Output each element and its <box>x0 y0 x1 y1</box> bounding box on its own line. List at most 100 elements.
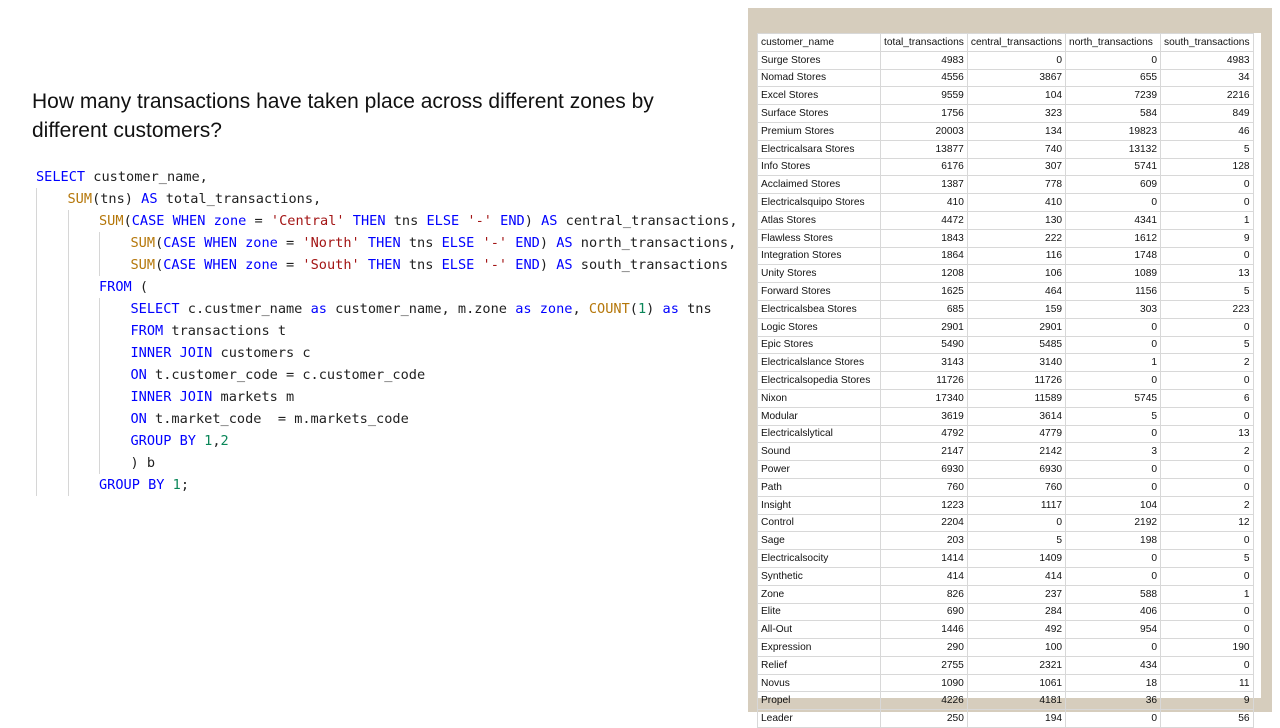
table-row: All-Out 1446 492 954 0 <box>757 620 1254 640</box>
code-token: ) <box>524 213 542 229</box>
indent-guide <box>67 408 69 430</box>
count-cell: 11589 <box>966 388 1067 408</box>
count-cell: 2 <box>1160 353 1254 373</box>
count-cell: 18 <box>1065 673 1162 693</box>
indent-guide <box>99 408 100 430</box>
count-cell: 1843 <box>880 228 968 248</box>
code-token: as <box>662 301 679 317</box>
code-token: THEN <box>352 213 386 229</box>
code-token: ( <box>131 279 149 295</box>
table-row: Insight 1223 1117 104 2 <box>757 495 1254 515</box>
count-cell: 1864 <box>880 246 968 266</box>
count-cell: 13877 <box>880 139 968 159</box>
count-cell: 1089 <box>1065 264 1162 284</box>
column-header: central_transactions <box>966 33 1067 52</box>
count-cell: 3867 <box>966 68 1067 88</box>
code-line-content: SELECT c.custmer_name as customer_name, … <box>131 298 712 320</box>
code-token: ELSE <box>441 235 475 251</box>
count-cell: 1756 <box>880 104 968 123</box>
count-cell: 954 <box>1065 620 1162 640</box>
code-token: 2 <box>220 433 229 449</box>
count-cell: 106 <box>966 264 1067 284</box>
count-cell: 410 <box>880 193 968 212</box>
code-token: tns <box>400 235 442 251</box>
customer-name-cell: Acclaimed Stores <box>757 175 881 195</box>
count-cell: 5 <box>1160 335 1254 355</box>
code-token: AS <box>556 257 573 273</box>
count-cell: 406 <box>1065 602 1162 622</box>
column-header: total_transactions <box>880 33 968 52</box>
count-cell: 4983 <box>1160 50 1254 70</box>
count-cell: 34 <box>1160 68 1254 88</box>
customer-name-cell: Modular <box>757 406 881 426</box>
code-token: tns <box>385 213 427 229</box>
code-token: as <box>515 301 532 317</box>
result-table: customer_name total_transactions central_t… <box>757 33 1254 728</box>
code-token: CASE WHEN <box>163 235 237 251</box>
count-cell: 588 <box>1065 584 1162 604</box>
customer-name-cell: Zone <box>757 584 881 604</box>
count-cell: 3619 <box>880 406 968 426</box>
count-cell: 0 <box>966 50 1067 70</box>
count-cell: 5 <box>1160 549 1254 568</box>
count-cell: 3143 <box>880 353 968 373</box>
customer-name-cell: Unity Stores <box>757 264 881 284</box>
count-cell: 685 <box>880 299 968 319</box>
count-cell: 4792 <box>880 424 968 444</box>
code-token: SUM <box>130 235 156 251</box>
count-cell: 2755 <box>880 655 968 675</box>
count-cell: 0 <box>1065 566 1162 586</box>
count-cell: 5 <box>966 531 1067 551</box>
code-line-content: FROM ( <box>99 276 148 298</box>
code-token: AS <box>541 213 558 229</box>
indent-guide <box>36 364 37 386</box>
count-cell: 0 <box>1160 620 1254 640</box>
count-cell: 826 <box>880 584 968 604</box>
indent-guide <box>36 386 37 408</box>
customer-name-cell: Electricalslance Stores <box>757 353 881 373</box>
count-cell: 6930 <box>966 460 1067 479</box>
count-cell: 1612 <box>1065 228 1162 248</box>
count-cell: 104 <box>1065 495 1162 515</box>
table-row: Atlas Stores 4472 130 4341 1 <box>757 210 1254 230</box>
count-cell: 3140 <box>966 353 1067 373</box>
code-token: THEN <box>367 235 401 251</box>
code-token: FROM <box>130 323 164 339</box>
count-cell: 1409 <box>966 549 1067 568</box>
table-row: Acclaimed Stores 1387 778 609 0 <box>757 175 1254 195</box>
code-token: central_transactions, <box>557 213 738 229</box>
indent-guide <box>36 320 37 342</box>
count-cell: 849 <box>1160 104 1254 123</box>
count-cell: 0 <box>1160 371 1254 390</box>
indent-guide <box>99 386 100 408</box>
table-row: Modular 3619 3614 5 0 <box>757 406 1254 426</box>
result-table-panel: customer_name total_transactions central_t… <box>748 8 1272 728</box>
table-row: Control 2204 0 2192 12 <box>757 513 1254 533</box>
count-cell: 250 <box>880 709 968 728</box>
count-cell: 237 <box>966 584 1067 604</box>
count-cell: 0 <box>1065 335 1162 355</box>
customer-name-cell: Path <box>757 477 881 497</box>
indent-guide <box>99 254 100 276</box>
count-cell: 13132 <box>1065 139 1162 159</box>
table-row: Power 6930 6930 0 0 <box>757 460 1254 479</box>
code-token: 'South' <box>302 257 360 273</box>
code-token: COUNT <box>588 301 630 317</box>
count-cell: 4472 <box>880 210 968 230</box>
count-cell: 104 <box>966 86 1067 106</box>
code-token: SUM <box>130 257 156 273</box>
count-cell: 609 <box>1065 175 1162 195</box>
table-row: Surge Stores 4983 0 0 4983 <box>757 50 1254 70</box>
count-cell: 100 <box>966 638 1067 657</box>
table-row: Path 760 760 0 0 <box>757 477 1254 497</box>
count-cell: 1223 <box>880 495 968 515</box>
indent-guide <box>67 452 69 474</box>
customer-name-cell: Electricalslytical <box>757 424 881 444</box>
customer-name-cell: All-Out <box>757 620 881 640</box>
code-token: = <box>277 257 303 273</box>
code-token: ON <box>130 411 147 427</box>
column-header: customer_name <box>757 33 881 52</box>
count-cell: 130 <box>966 210 1067 230</box>
